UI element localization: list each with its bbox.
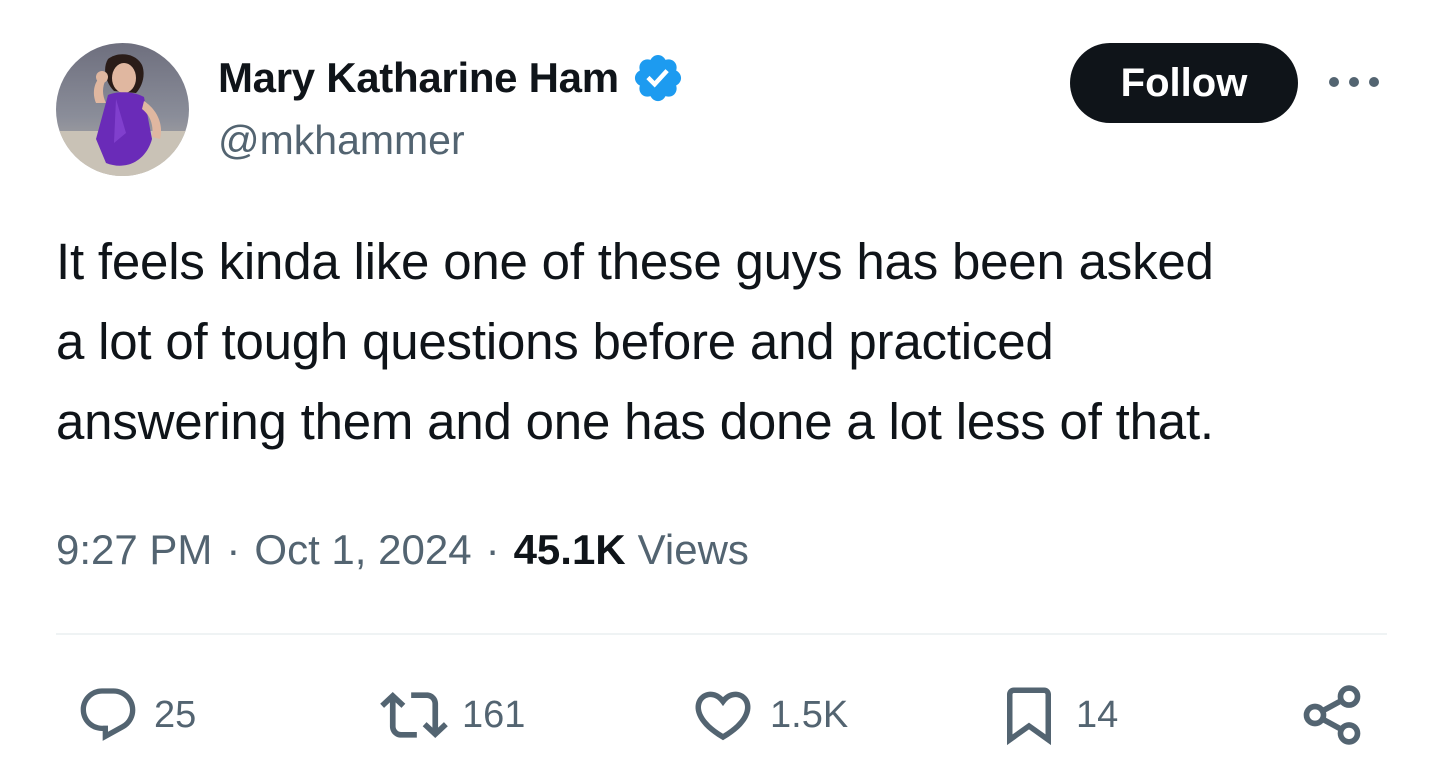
author-handle[interactable]: @mkhammer: [218, 117, 465, 164]
bookmark-button[interactable]: 14: [996, 680, 1118, 750]
tweet-meta: 9:27 PM · Oct 1, 2024 · 45.1K Views: [56, 520, 749, 580]
tweet-time[interactable]: 9:27 PM: [56, 526, 212, 574]
views-count: 45.1K: [513, 526, 626, 573]
tweet-text-line: a lot of tough questions before and prac…: [56, 313, 1054, 370]
tweet-text-line: It feels kinda like one of these guys ha…: [56, 233, 1214, 290]
divider: [56, 633, 1387, 635]
reply-button[interactable]: 25: [76, 680, 196, 750]
share-icon: [1303, 685, 1361, 745]
follow-button[interactable]: Follow: [1070, 43, 1298, 123]
reply-count: 25: [154, 693, 197, 736]
tweet-text-line: answering them and one has done a lot le…: [56, 393, 1214, 450]
repost-count: 161: [462, 693, 526, 736]
repost-button[interactable]: 161: [380, 680, 525, 750]
more-options-button[interactable]: [1324, 62, 1384, 102]
tweet-text: It feels kinda like one of these guys ha…: [56, 222, 1396, 462]
author-name-row: Mary Katharine Ham: [218, 50, 685, 106]
heart-icon: [695, 691, 751, 741]
bookmark-count: 14: [1076, 693, 1119, 736]
more-dots-icon: [1329, 77, 1379, 87]
views-label: Views: [637, 526, 749, 573]
bookmark-icon: [1007, 687, 1051, 746]
reply-bubble-icon: [80, 688, 136, 741]
share-button[interactable]: [1298, 680, 1366, 750]
meta-separator: ·: [485, 526, 500, 573]
author-display-name[interactable]: Mary Katharine Ham: [218, 54, 619, 102]
avatar[interactable]: [56, 43, 189, 176]
meta-separator: ·: [226, 526, 241, 573]
verified-badge-icon[interactable]: [631, 51, 685, 105]
tweet-date[interactable]: Oct 1, 2024: [254, 526, 471, 574]
repost-icon: [380, 691, 448, 739]
like-count: 1.5K: [770, 693, 849, 736]
avatar-image: [56, 43, 189, 176]
like-button[interactable]: 1.5K: [690, 680, 848, 750]
